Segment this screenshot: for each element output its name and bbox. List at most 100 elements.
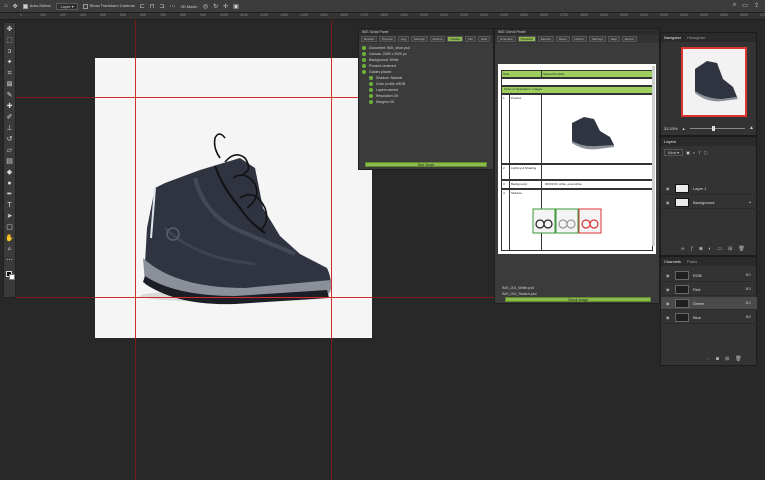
list-item[interactable]: Margins OK	[359, 99, 493, 105]
vertical-guide-on-canvas[interactable]	[135, 58, 136, 338]
stamp-icon[interactable]: ⊥	[5, 125, 14, 133]
tab-notes[interactable]: Notes	[555, 36, 570, 42]
orbit-3d-icon[interactable]: ◎	[203, 3, 208, 10]
mask-icon[interactable]: ◙	[699, 246, 702, 252]
tab-layers[interactable]: Layers	[664, 139, 676, 144]
video-icon[interactable]: ▣	[233, 3, 239, 10]
distribute-icon[interactable]: ⋯	[169, 3, 175, 10]
zoom-icon[interactable]: ⌕	[5, 246, 14, 254]
blur-icon[interactable]: ◆	[5, 169, 14, 177]
zoom-out-icon[interactable]: ▲	[682, 126, 686, 131]
horizontal-guide-on-canvas[interactable]	[95, 97, 372, 98]
filter-shape-icon[interactable]: ▢	[704, 150, 708, 155]
fx-icon[interactable]: ƒ	[691, 246, 694, 252]
channel-row[interactable]: ◉ Red ⌘3	[661, 283, 757, 296]
vertical-guide-on-canvas[interactable]	[331, 58, 332, 338]
run-script-button[interactable]: Run Script	[365, 162, 487, 167]
tab-help[interactable]: Help	[607, 36, 620, 42]
visibility-eye-icon[interactable]: ◉	[666, 186, 671, 191]
filter-adjust-icon[interactable]: ◐	[693, 150, 695, 155]
eraser-icon[interactable]: ▱	[5, 147, 14, 155]
channel-row[interactable]: ◉ RGB ⌘2	[661, 269, 757, 282]
align-center-icon[interactable]: ⊓	[150, 3, 155, 10]
check-image-button[interactable]: Check Image	[505, 297, 651, 302]
tab-navigator[interactable]: Navigator	[664, 35, 681, 40]
marquee-icon[interactable]: ⬚	[5, 37, 14, 45]
tab-results[interactable]: Results	[537, 36, 554, 42]
lock-icon[interactable]: 🔒︎	[749, 200, 751, 204]
shape-icon[interactable]: ▢	[5, 224, 14, 232]
checklist-document[interactable]: Task Status/Checklist Order of Operation…	[498, 64, 656, 254]
pan-3d-icon[interactable]: ✢	[223, 3, 228, 10]
new-channel-icon[interactable]: ⊞	[725, 356, 729, 362]
horizontal-ruler[interactable]: 0 100 200 300 400 500 600 700 800 900 1000 1100 1200…	[0, 13, 765, 20]
eyedropper-icon[interactable]: ✎	[5, 92, 14, 100]
share-icon[interactable]: ⇪	[754, 2, 759, 9]
tab-preview[interactable]: Preview	[379, 36, 396, 42]
filter-type-icon[interactable]: T	[698, 150, 700, 155]
tab-checklist[interactable]: Checklist	[517, 36, 536, 42]
tab-actions[interactable]: Actions	[429, 36, 446, 42]
tab-settings[interactable]: Settings	[410, 36, 428, 42]
folder-icon[interactable]: ▭	[717, 246, 722, 252]
pen-icon[interactable]: ✒	[5, 191, 14, 199]
tab-help[interactable]: Help	[477, 36, 491, 42]
frame-icon[interactable]: ⊠	[5, 81, 14, 89]
channel-row-selected[interactable]: ◉ Green ⌘4	[661, 297, 757, 310]
move-tool-icon[interactable]: ✥	[13, 3, 18, 10]
layer-row[interactable]: ◉ Background 🔒︎	[661, 196, 757, 209]
transform-controls-checkbox[interactable]: Show Transform Controls	[82, 3, 135, 9]
load-selection-icon[interactable]: ◌	[707, 356, 710, 362]
roll-3d-icon[interactable]: ↻	[213, 3, 218, 10]
auto-select-dropdown[interactable]: Layer ▾	[56, 2, 78, 10]
tab-paths[interactable]: Paths	[687, 259, 697, 264]
trash-icon[interactable]: 🗑︎	[735, 356, 741, 362]
visibility-eye-icon[interactable]: ◉	[666, 301, 671, 306]
move-icon[interactable]: ✥	[5, 26, 14, 34]
horizontal-guide-on-canvas[interactable]	[95, 297, 372, 298]
tab-export[interactable]: Export	[621, 36, 637, 42]
visibility-eye-icon[interactable]: ◉	[666, 315, 671, 320]
link-icon[interactable]: ∞	[681, 246, 685, 252]
kind-filter-dropdown[interactable]: Kind ▾	[664, 149, 684, 156]
tab-history[interactable]: History	[571, 36, 587, 42]
document-scrollbar[interactable]	[652, 66, 655, 246]
trash-icon[interactable]: 🗑︎	[738, 246, 744, 252]
gradient-icon[interactable]: ▤	[5, 158, 14, 166]
tab-settings[interactable]: Settings	[588, 36, 606, 42]
auto-select-checkbox[interactable]: Auto-Select:	[22, 3, 51, 9]
background-color-swatch[interactable]	[9, 274, 15, 280]
visibility-eye-icon[interactable]: ◉	[666, 287, 671, 292]
dodge-icon[interactable]: ●	[5, 180, 14, 188]
adjustment-icon[interactable]: ◐	[708, 246, 711, 252]
navigator-preview[interactable]	[681, 47, 747, 117]
magic-wand-icon[interactable]: ✦	[5, 59, 14, 67]
healing-icon[interactable]: ✚	[5, 103, 14, 111]
zoom-in-icon[interactable]: ▲	[749, 125, 754, 131]
align-left-icon[interactable]: ⊏	[140, 3, 145, 10]
channel-row[interactable]: ◉ Blue ⌘5	[661, 311, 757, 324]
hand-icon[interactable]: ✋	[5, 235, 14, 243]
more-icon[interactable]: ⋯	[5, 257, 14, 265]
tab-results[interactable]: Results	[361, 36, 378, 42]
type-icon[interactable]: T	[5, 202, 14, 210]
crop-icon[interactable]: ⌗	[5, 70, 14, 78]
tab-info[interactable]: Info	[464, 36, 476, 42]
history-brush-icon[interactable]: ↺	[5, 136, 14, 144]
zoom-slider[interactable]	[689, 125, 746, 131]
layer-row[interactable]: ◉ Layer 1	[661, 182, 757, 195]
tab-guides[interactable]: Guides	[447, 36, 463, 42]
filter-pixel-icon[interactable]: ▣	[686, 150, 690, 155]
visibility-eye-icon[interactable]: ◉	[666, 200, 671, 205]
search-icon[interactable]: ⌕	[733, 2, 736, 9]
tab-channels[interactable]: Channels	[664, 259, 681, 264]
save-selection-icon[interactable]: ◙	[716, 356, 719, 362]
tab-overview[interactable]: Overview	[497, 36, 516, 42]
tab-histogram[interactable]: Histogram	[687, 35, 705, 40]
workspace-icon[interactable]: ▭	[742, 2, 748, 9]
lasso-icon[interactable]: ↄ	[5, 48, 14, 56]
brush-icon[interactable]: ✐	[5, 114, 14, 122]
visibility-eye-icon[interactable]: ◉	[666, 273, 671, 278]
path-select-icon[interactable]: ➤	[5, 213, 14, 221]
home-icon[interactable]: ⌂	[4, 3, 8, 9]
